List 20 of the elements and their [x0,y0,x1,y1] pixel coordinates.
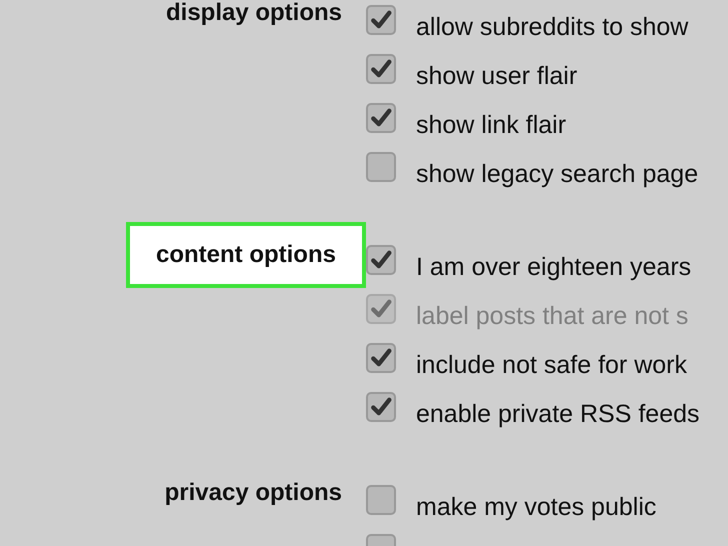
option-label: I am over eighteen years [416,252,692,282]
checkbox[interactable] [366,152,396,182]
checkbox[interactable] [366,392,396,422]
option-label: show legacy search page [416,159,698,189]
checkbox[interactable] [366,245,396,275]
checkbox[interactable] [366,485,396,515]
option-label: make my votes public [416,492,656,522]
option-label: include not safe for work [416,350,687,380]
option-label: show user flair [416,61,578,91]
option-label: enable private RSS feeds [416,399,700,429]
option-label: allow subreddits to show [416,12,688,42]
option-label: show link flair [416,110,566,140]
option-label: label posts that are not s [416,301,688,331]
checkbox[interactable] [366,54,396,84]
checkbox[interactable] [366,343,396,373]
section-label: content options [126,222,366,288]
section-label: privacy options [164,480,342,506]
section-label: display options [166,0,342,26]
checkbox[interactable] [366,103,396,133]
checkbox[interactable] [366,5,396,35]
